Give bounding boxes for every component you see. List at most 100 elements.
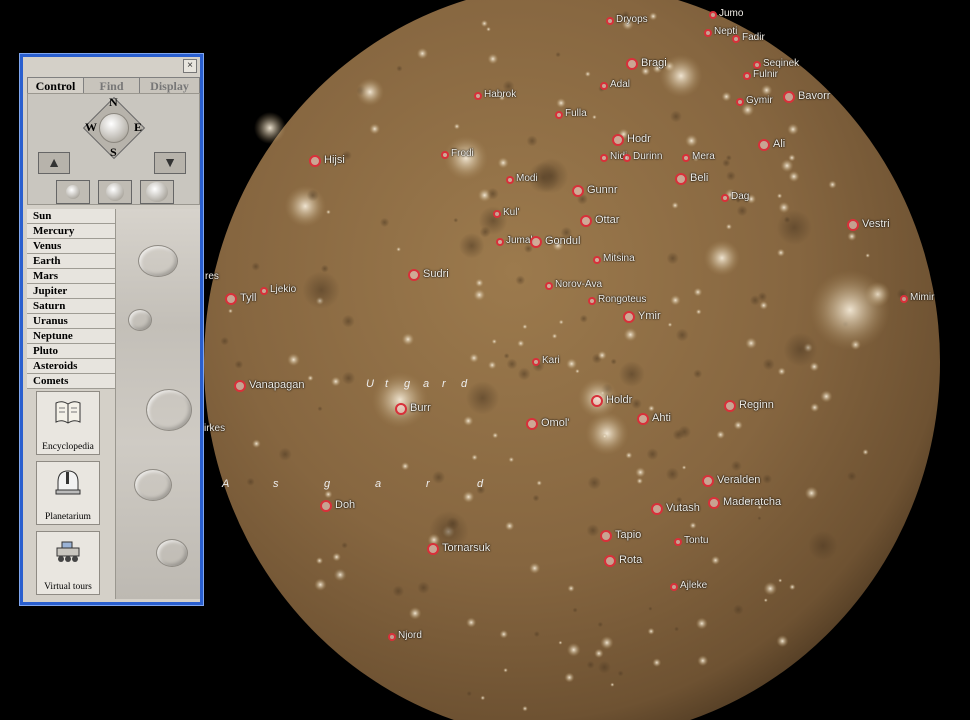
feature-label[interactable]: Beli [690, 172, 708, 184]
medium-globe-button[interactable] [98, 180, 132, 204]
crater-marker[interactable] [900, 295, 908, 303]
body-list-item[interactable]: Uranus [27, 314, 115, 329]
feature-label[interactable]: Gondul [545, 235, 580, 247]
crater-marker[interactable] [309, 155, 321, 167]
crater-marker[interactable] [388, 633, 396, 641]
crater-marker[interactable] [545, 282, 553, 290]
crater-marker[interactable] [395, 403, 407, 415]
crater-marker[interactable] [532, 358, 540, 366]
crater-marker[interactable] [626, 58, 638, 70]
crater-marker[interactable] [674, 538, 682, 546]
body-list-item[interactable]: Mars [27, 269, 115, 284]
crater-marker[interactable] [474, 92, 482, 100]
east-button[interactable]: E [134, 120, 142, 135]
crater-marker[interactable] [721, 194, 729, 202]
feature-label[interactable]: Doh [335, 499, 355, 511]
feature-label[interactable]: Ali [773, 138, 785, 150]
tab-find[interactable]: Find [83, 77, 140, 93]
body-list-item[interactable]: Earth [27, 254, 115, 269]
body-list-item[interactable]: Neptune [27, 329, 115, 344]
crater-marker[interactable] [702, 475, 714, 487]
feature-label[interactable]: Gunnr [587, 184, 618, 196]
crater-marker[interactable] [675, 173, 687, 185]
crater-marker[interactable] [225, 293, 237, 305]
feature-label[interactable]: Hijsi [324, 154, 345, 166]
small-globe-button[interactable] [56, 180, 90, 204]
feature-label[interactable]: Mimir [910, 292, 934, 304]
large-globe-button[interactable] [140, 180, 174, 204]
feature-label[interactable]: Vutash [666, 502, 700, 514]
feature-label[interactable]: Burr [410, 402, 431, 414]
close-button[interactable]: × [183, 59, 197, 73]
body-list-item[interactable]: Jupiter [27, 284, 115, 299]
crater-marker[interactable] [743, 72, 751, 80]
crater-marker[interactable] [637, 413, 649, 425]
feature-label[interactable]: Maderatcha [723, 496, 781, 508]
feature-label[interactable]: Reginn [739, 399, 774, 411]
feature-label[interactable]: Jumal [506, 235, 533, 247]
feature-label[interactable]: res [205, 271, 219, 283]
virtual-tours-button[interactable]: Virtual tours [36, 531, 100, 595]
feature-label[interactable]: Kari [542, 355, 560, 367]
feature-label[interactable]: Rota [619, 554, 642, 566]
crater-marker[interactable] [506, 176, 514, 184]
feature-label[interactable]: Mitsina [603, 253, 635, 265]
south-button[interactable]: S [110, 145, 117, 160]
west-button[interactable]: W [85, 120, 97, 135]
crater-marker[interactable] [593, 256, 601, 264]
crater-marker[interactable] [732, 35, 740, 43]
crater-marker[interactable] [572, 185, 584, 197]
crater-marker[interactable] [682, 154, 690, 162]
zoom-out-arrow-icon[interactable]: ▼ [154, 152, 186, 174]
crater-marker[interactable] [847, 219, 859, 231]
feature-label[interactable]: Hodr [627, 133, 651, 145]
crater-marker[interactable] [600, 82, 608, 90]
feature-label[interactable]: Njord [398, 630, 422, 642]
crater-marker[interactable] [555, 111, 563, 119]
crater-marker[interactable] [600, 154, 608, 162]
center-knob[interactable] [99, 113, 129, 143]
crater-marker[interactable] [612, 134, 624, 146]
tab-display[interactable]: Display [139, 77, 200, 93]
feature-label[interactable]: Gymir [746, 95, 773, 107]
crater-marker[interactable] [496, 238, 504, 246]
crater-marker[interactable] [651, 503, 663, 515]
encyclopedia-button[interactable]: Encyclopedia [36, 391, 100, 455]
feature-label[interactable]: Veralden [717, 474, 760, 486]
feature-label[interactable]: Ymir [638, 310, 661, 322]
feature-label[interactable]: Tornarsuk [442, 542, 490, 554]
feature-label[interactable]: Omol' [541, 417, 569, 429]
crater-marker[interactable] [783, 91, 795, 103]
crater-marker[interactable] [441, 151, 449, 159]
crater-marker[interactable] [530, 236, 542, 248]
control-panel-window[interactable]: × Control Find Display N S W E ▲ ▼ Sun Me… [19, 53, 204, 606]
feature-label[interactable]: Dryops [616, 14, 648, 26]
feature-label[interactable]: Dag [731, 191, 749, 203]
feature-label[interactable]: Kul' [503, 207, 519, 219]
crater-marker[interactable] [606, 17, 614, 25]
feature-label[interactable]: Vestri [862, 218, 890, 230]
feature-label[interactable]: Norov-Ava [555, 279, 602, 291]
feature-label[interactable]: Fulnir [753, 69, 778, 81]
crater-marker[interactable] [709, 11, 717, 19]
crater-marker[interactable] [320, 500, 332, 512]
body-list-item[interactable]: Sun [27, 209, 115, 224]
crater-marker[interactable] [623, 154, 631, 162]
north-button[interactable]: N [109, 95, 118, 110]
feature-label[interactable]: Fulla [565, 108, 587, 120]
body-list-item[interactable]: Venus [27, 239, 115, 254]
zoom-in-arrow-icon[interactable]: ▲ [38, 152, 70, 174]
feature-label[interactable]: irkes [204, 423, 225, 435]
feature-label[interactable]: Tyll [240, 292, 257, 304]
feature-label[interactable]: Rongoteus [598, 294, 646, 306]
crater-marker[interactable] [260, 287, 268, 295]
planetarium-button[interactable]: Planetarium [36, 461, 100, 525]
feature-label[interactable]: Adal [610, 79, 630, 91]
crater-marker[interactable] [493, 210, 501, 218]
crater-marker[interactable] [600, 530, 612, 542]
crater-marker[interactable] [604, 555, 616, 567]
feature-label[interactable]: Jumo [719, 8, 743, 20]
feature-label[interactable]: Bragi [641, 57, 667, 69]
body-list-item[interactable]: Mercury [27, 224, 115, 239]
crater-marker[interactable] [753, 61, 761, 69]
